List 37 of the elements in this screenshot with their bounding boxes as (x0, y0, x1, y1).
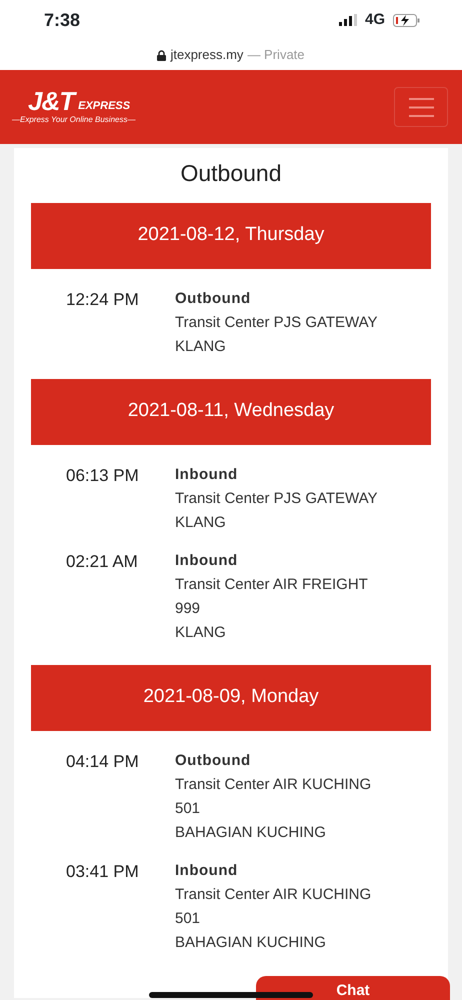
event-city: BAHAGIAN KUCHING (175, 932, 327, 952)
event-status: Outbound (175, 288, 252, 308)
event-city: KLANG (175, 512, 227, 532)
url-text[interactable]: jtexpress.my (170, 45, 244, 65)
logo-tagline: —Express Your Online Business— (12, 114, 136, 126)
event-time: 04:14 PM (65, 750, 140, 772)
event-time: 12:24 PM (65, 288, 140, 310)
event-time: 06:13 PM (65, 464, 140, 486)
battery-icon (393, 14, 420, 26)
event-time: 02:21 AM (65, 550, 139, 572)
event-status: Inbound (175, 860, 239, 880)
chat-button[interactable]: Chat (256, 976, 450, 1000)
network-label: 4G (364, 10, 385, 30)
event-city: KLANG (175, 336, 227, 356)
lock-icon (157, 50, 166, 60)
event-city: KLANG (175, 622, 227, 642)
event-location: Transit Center AIR KUCHING 501 (175, 884, 372, 928)
event-location: Transit Center PJS GATEWAY (175, 312, 379, 332)
date-header: 2021-08-12, Thursday (31, 202, 431, 268)
event-location: Transit Center PJS GATEWAY (175, 488, 379, 508)
private-label: — Private (247, 46, 305, 64)
logo-mark[interactable]: J&T (28, 88, 74, 114)
event-status: Inbound (175, 550, 239, 570)
menu-button[interactable] (394, 87, 448, 127)
status-time: 7:38 (44, 8, 80, 32)
event-status: Outbound (175, 750, 252, 770)
event-time: 03:41 PM (65, 860, 140, 882)
page-title: Outbound (179, 159, 283, 188)
event-location: Transit Center AIR KUCHING 501 (175, 774, 372, 818)
event-location: Transit Center AIR FREIGHT 999 (175, 574, 369, 618)
event-city: BAHAGIAN KUCHING (175, 822, 327, 842)
date-header: 2021-08-11, Wednesday (31, 378, 431, 444)
date-header: 2021-08-09, Monday (31, 664, 431, 730)
event-status: Inbound (175, 464, 239, 484)
menu-icon (408, 98, 434, 116)
signal-icon (338, 14, 357, 26)
logo-wordmark[interactable]: EXPRESS (78, 98, 130, 114)
